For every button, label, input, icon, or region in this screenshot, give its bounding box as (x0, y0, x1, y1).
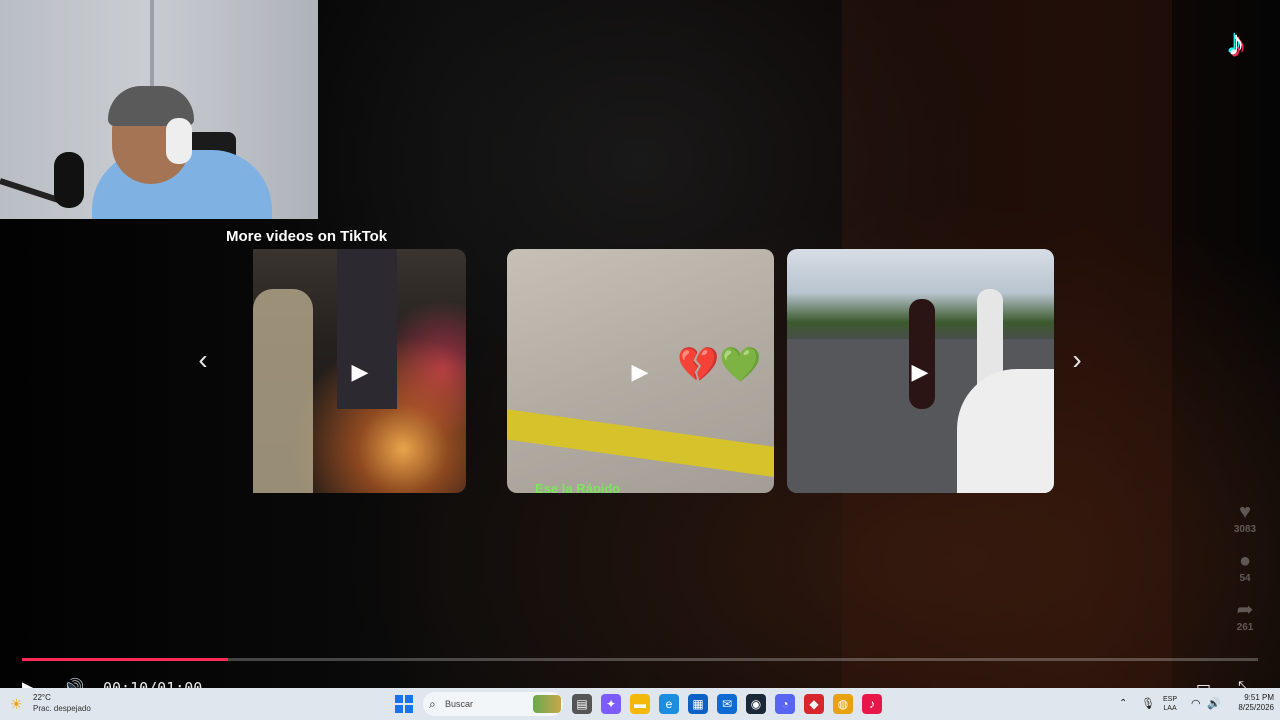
more-videos-title: More videos on TikTok (226, 228, 388, 245)
windows-logo-tile (405, 705, 413, 713)
weather-widget[interactable]: ☀ 22°C Prac. despejado (8, 693, 118, 715)
windows-taskbar: ☀ 22°C Prac. despejado ⌕ Buscar ▤ ✦ ▬ e ▦ ✉ ◉ ◔… (0, 688, 1280, 720)
play-icon: ▶ (631, 359, 649, 384)
chevron-up-icon[interactable]: ⌃ (1119, 696, 1127, 712)
tiktok-icon[interactable]: ♪ (862, 694, 882, 714)
search-icon: ⌕ (429, 697, 436, 711)
video-thumbnail-3[interactable]: ▶ (787, 249, 1054, 493)
discord-icon[interactable]: ◔ (775, 694, 795, 714)
chevron-right-icon[interactable]: › (1062, 344, 1092, 376)
thumbnail-road-stripe (507, 406, 774, 482)
thumbnail-person (909, 299, 935, 409)
video-thumbnail-1[interactable]: ▶ (253, 249, 466, 493)
thumbnail-person (253, 289, 313, 493)
video-progress-fill (22, 658, 229, 661)
clock-date: 8/25/2026 (1238, 703, 1274, 712)
keyboard-layout: LAA (1163, 705, 1177, 712)
wifi-icon[interactable]: ◠ (1191, 696, 1201, 712)
thumbnail-caption: Ese la Rápido (535, 481, 621, 493)
speaker-icon[interactable]: 🔊 (1207, 696, 1221, 712)
weather-temperature: 22°C (33, 693, 51, 702)
language-indicator[interactable]: ESP LAA (1163, 695, 1177, 713)
chevron-left-icon[interactable]: ‹ (188, 344, 218, 376)
webcam-headphones (166, 118, 192, 164)
share-icon: ➦ (1236, 599, 1254, 621)
like-button[interactable]: ♥ 3083 (1228, 500, 1262, 535)
game-icon[interactable]: ◆ (804, 694, 824, 714)
taskbar-search[interactable]: ⌕ Buscar (423, 692, 563, 716)
chrome-icon[interactable]: ◍ (833, 694, 853, 714)
video-thumbnail-2[interactable]: ▶ 💔💚 Ese la Rápido (507, 249, 774, 493)
video-progress-bar[interactable] (22, 658, 1258, 661)
webcam-microphone (54, 152, 84, 208)
microphone-icon[interactable]: 🎙 (1141, 696, 1155, 712)
share-count: 261 (1236, 622, 1254, 633)
comment-count: 54 (1239, 573, 1251, 584)
windows-logo-tile (395, 695, 403, 703)
steam-icon[interactable]: ◉ (746, 694, 766, 714)
thumbnail-person (337, 249, 397, 409)
weather-description: Prac. despejado (33, 704, 91, 713)
comment-icon: ● (1238, 550, 1252, 572)
webcam-overlay (0, 0, 318, 219)
start-button[interactable] (395, 695, 413, 713)
store-icon[interactable]: ▦ (688, 694, 708, 714)
share-button[interactable]: ➦ 261 (1228, 598, 1262, 633)
edge-icon[interactable]: e (659, 694, 679, 714)
like-count: 3083 (1233, 524, 1257, 535)
copilot-icon[interactable]: ✦ (601, 694, 621, 714)
play-icon: ▶ (351, 359, 369, 384)
sun-icon: ☀ (10, 696, 23, 712)
folder-icon[interactable]: ▬ (630, 694, 650, 714)
system-clock[interactable]: 9:51 PM 8/25/2026 (1224, 693, 1274, 713)
heart-icon: ♥ (1239, 501, 1251, 523)
play-icon: ▶ (911, 359, 929, 384)
search-placeholder: Buscar (445, 699, 474, 709)
search-highlight-image (533, 695, 561, 713)
thumbnail-emoji: 💔💚 (677, 346, 762, 384)
tiktok-logo-icon[interactable]: ♪ (1216, 22, 1256, 64)
mail-icon[interactable]: ✉ (717, 694, 737, 714)
language-code: ESP (1163, 696, 1178, 703)
file-manager-icon[interactable]: ▤ (572, 694, 592, 714)
comment-button[interactable]: ● 54 (1228, 549, 1262, 584)
windows-logo-tile (405, 695, 413, 703)
clock-time: 9:51 PM (1244, 693, 1274, 702)
windows-logo-tile (395, 705, 403, 713)
